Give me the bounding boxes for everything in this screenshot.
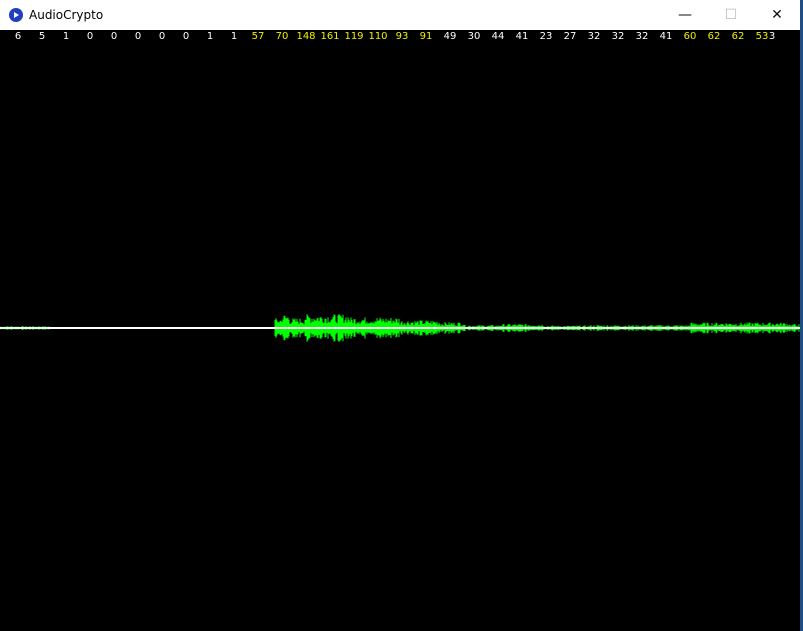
count-value: 91 xyxy=(419,31,433,42)
minimize-button[interactable]: — xyxy=(662,0,708,30)
app-window: AudioCrypto — ☐ ✕ 6 5 1 0 0 0 0 0 1 1 57 70 148 161 11… xyxy=(0,0,800,631)
count-value: 110 xyxy=(368,31,388,42)
count-value: 32 xyxy=(611,31,625,42)
count-value: 0 xyxy=(182,31,190,42)
count-value: 1 xyxy=(206,31,214,42)
count-value: 0 xyxy=(134,31,142,42)
count-value: 32 xyxy=(635,31,649,42)
count-value: 119 xyxy=(344,31,364,42)
count-value: 0 xyxy=(158,31,166,42)
count-value: 62 xyxy=(707,31,721,42)
count-value: 57 xyxy=(251,31,265,42)
window-title: AudioCrypto xyxy=(29,8,104,22)
window-controls: — ☐ ✕ xyxy=(662,0,800,30)
count-value: 41 xyxy=(515,31,529,42)
maximize-button[interactable]: ☐ xyxy=(708,0,754,30)
count-value: 148 xyxy=(296,31,316,42)
count-value: 1 xyxy=(62,31,70,42)
count-value: 3 xyxy=(768,31,776,42)
title-bar[interactable]: AudioCrypto — ☐ ✕ xyxy=(0,0,800,30)
count-value: 23 xyxy=(539,31,553,42)
count-value: 1 xyxy=(230,31,238,42)
close-button[interactable]: ✕ xyxy=(754,0,800,30)
frequency-count-row: 6 5 1 0 0 0 0 0 1 1 57 70 148 161 119 110 93 91 49 30 44 41 23… xyxy=(0,31,800,45)
count-value: 0 xyxy=(110,31,118,42)
count-value: 93 xyxy=(395,31,409,42)
count-value: 60 xyxy=(683,31,697,42)
count-value: 32 xyxy=(587,31,601,42)
count-value: 161 xyxy=(320,31,340,42)
count-value: 70 xyxy=(275,31,289,42)
count-value: 0 xyxy=(86,31,94,42)
visualizer-canvas xyxy=(0,30,800,631)
count-value: 62 xyxy=(731,31,745,42)
count-value: 44 xyxy=(491,31,505,42)
count-value: 41 xyxy=(659,31,673,42)
count-value: 6 xyxy=(14,31,22,42)
app-icon xyxy=(9,8,23,22)
count-value: 5 xyxy=(38,31,46,42)
audio-waveform xyxy=(0,314,800,342)
count-value: 27 xyxy=(563,31,577,42)
count-value: 49 xyxy=(443,31,457,42)
count-value: 30 xyxy=(467,31,481,42)
